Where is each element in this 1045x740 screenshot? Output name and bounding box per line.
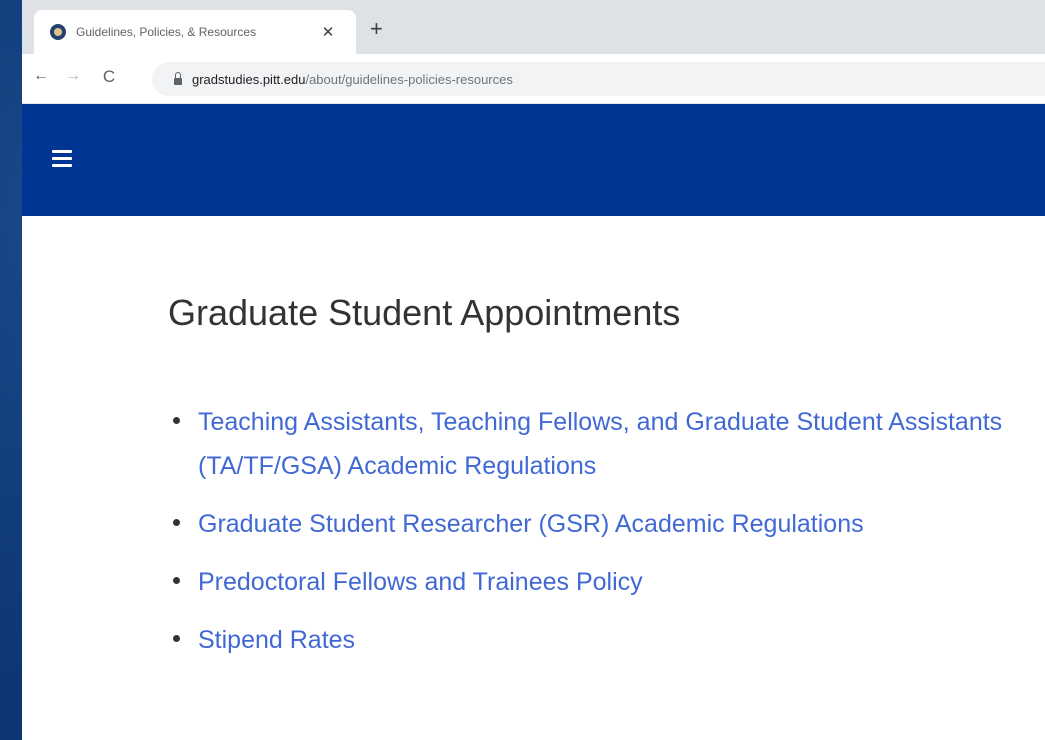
url-host: gradstudies.pitt.edu (192, 71, 306, 87)
main-content: Graduate Student Appointments Teaching A… (22, 216, 1045, 740)
tab-title: Guidelines, Policies, & Resources (76, 25, 257, 39)
site-header (22, 104, 1045, 216)
back-arrow-icon[interactable]: ← (30, 67, 52, 85)
url-path: /about/guidelines-policies-resources (305, 71, 513, 87)
reload-icon[interactable]: C (98, 67, 120, 87)
appointments-link-list: Teaching Assistants, Teaching Fellows, a… (168, 400, 1008, 676)
bullet-icon (173, 519, 180, 526)
list-item: Graduate Student Researcher (GSR) Academ… (168, 502, 1008, 546)
new-tab-button[interactable]: + (370, 17, 383, 41)
list-item: Teaching Assistants, Teaching Fellows, a… (168, 400, 1008, 488)
address-bar[interactable]: gradstudies.pitt.edu/about/guidelines-po… (152, 62, 1045, 96)
bullet-icon (173, 635, 180, 642)
pitt-seal-icon (50, 24, 66, 40)
page-title: Graduate Student Appointments (168, 292, 681, 333)
list-item: Stipend Rates (168, 618, 1008, 662)
list-item: Predoctoral Fellows and Trainees Policy (168, 560, 1008, 604)
browser-window: Guidelines, Policies, & Resources ✕ + ← … (22, 0, 1045, 740)
browser-tab[interactable]: Guidelines, Policies, & Resources ✕ (34, 10, 356, 54)
predoctoral-fellows-policy-link[interactable]: Predoctoral Fellows and Trainees Policy (198, 568, 643, 596)
tab-strip: Guidelines, Policies, & Resources ✕ + (22, 0, 1045, 54)
url-text[interactable]: gradstudies.pitt.edu/about/guidelines-po… (192, 72, 513, 87)
forward-arrow-icon[interactable]: → (62, 67, 84, 85)
gsr-regulations-link[interactable]: Graduate Student Researcher (GSR) Academ… (198, 510, 864, 538)
hamburger-menu-icon[interactable] (52, 150, 72, 167)
browser-toolbar: ← → C gradstudies.pitt.edu/about/guideli… (22, 54, 1045, 104)
bullet-icon (173, 577, 180, 584)
close-tab-icon[interactable]: ✕ (318, 23, 338, 41)
stipend-rates-link[interactable]: Stipend Rates (198, 626, 355, 654)
ta-tf-gsa-regulations-link[interactable]: Teaching Assistants, Teaching Fellows, a… (198, 408, 1002, 480)
lock-icon (174, 71, 182, 85)
bullet-icon (173, 417, 180, 424)
